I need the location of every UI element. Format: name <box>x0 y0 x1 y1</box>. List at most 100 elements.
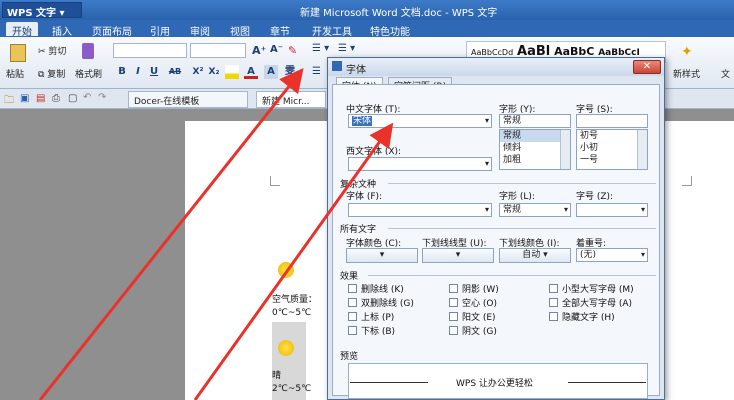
tab-home[interactable]: 开始 <box>6 22 38 38</box>
underline-style-select[interactable]: ▾ <box>422 248 494 263</box>
preview-baseline-left <box>350 382 428 383</box>
font-style-input[interactable]: 常规 <box>499 114 571 128</box>
chevron-down-icon: ▾ <box>484 159 489 168</box>
redo-icon[interactable]: ↷ <box>98 92 106 103</box>
format-painter-button[interactable]: 格式刷 <box>75 67 102 80</box>
weather-condition: 晴 <box>272 371 282 381</box>
new-style-icon[interactable]: ✦ <box>681 44 697 60</box>
complex-style-value: 常规 <box>503 205 522 215</box>
emphasis-mark-value: (无) <box>580 250 597 260</box>
numbering-icon[interactable]: ☰ ▾ <box>338 43 355 54</box>
font-color-select[interactable]: ▾ <box>346 248 418 263</box>
tab-view[interactable]: 视图 <box>224 22 256 38</box>
preview-icon[interactable]: ▢ <box>68 93 77 104</box>
font-style-list[interactable]: 常规 倾斜 加粗 <box>499 129 571 170</box>
italic-button[interactable]: I <box>131 65 145 79</box>
undo-icon[interactable]: ↶ <box>83 92 91 103</box>
superscript-checkbox[interactable] <box>348 312 357 321</box>
tab-page-layout[interactable]: 页面布局 <box>86 22 138 38</box>
superscript-button[interactable]: X² <box>190 65 206 79</box>
dialog-title-bar[interactable]: 字体 <box>328 58 664 76</box>
highlight-icon[interactable] <box>225 65 239 79</box>
font-size-input[interactable] <box>190 43 246 58</box>
copy-label: 复制 <box>47 70 66 80</box>
paste-button[interactable]: 粘贴 <box>6 67 24 80</box>
shadow-checkbox[interactable] <box>449 284 458 293</box>
air-quality-label: 空气质量： <box>272 295 318 305</box>
hidden-text-label: 隐藏文字 (H) <box>562 313 615 323</box>
complex-font-select[interactable]: ▾ <box>348 203 492 217</box>
clear-format-icon[interactable]: ✎ <box>288 44 297 57</box>
complex-style-label: 字形 (L): <box>499 192 535 202</box>
subscript-button[interactable]: X₂ <box>206 65 222 79</box>
cut-button[interactable]: ✂ 剪切 <box>38 44 66 57</box>
font-dialog: 字体 ✕ 字体 (N) 字符间距 (R) 中文字体 (T): 宋体 ▾ 字形 (… <box>327 57 665 400</box>
small-caps-label: 小型大写字母 (M) <box>562 285 634 295</box>
cn-font-select[interactable]: 宋体 ▾ <box>348 114 492 128</box>
align-left-icon[interactable]: ☰ <box>312 66 321 77</box>
paste-icon[interactable] <box>10 44 26 62</box>
tab-docer-templates[interactable]: Docer-在线模板 <box>128 91 248 108</box>
outline-checkbox[interactable] <box>449 298 458 307</box>
emboss-checkbox[interactable] <box>449 312 458 321</box>
hidden-text-checkbox[interactable] <box>549 312 558 321</box>
subscript-label: 下标 (B) <box>361 327 396 337</box>
style-sample-1[interactable]: AaBbCcDd <box>471 48 513 57</box>
all-caps-label: 全部大写字母 (A) <box>562 299 633 309</box>
cut-label: 剪切 <box>48 47 67 57</box>
all-text-group-label: 所有文字 <box>340 225 377 235</box>
wps-menu-button[interactable]: WPS 文字 ▾ <box>2 2 82 19</box>
phonetic-guide-button[interactable]: 雯 <box>283 65 297 79</box>
preview-text: WPS 让办公更轻松 <box>456 379 533 389</box>
west-font-select[interactable]: ▾ <box>348 157 492 171</box>
font-size-scrollbar[interactable] <box>637 130 647 169</box>
underline-color-select[interactable]: 自动 ▾ <box>499 248 571 263</box>
strikethrough-button[interactable]: AB <box>166 65 184 79</box>
double-strikethrough-checkbox[interactable] <box>348 298 357 307</box>
all-caps-checkbox[interactable] <box>549 298 558 307</box>
tab-review[interactable]: 审阅 <box>184 22 216 38</box>
font-color-button[interactable]: A <box>244 65 258 79</box>
copy-button[interactable]: ⧉ 复制 <box>38 67 65 80</box>
font-size-list[interactable]: 初号 小初 一号 <box>576 129 648 170</box>
font-style-scrollbar[interactable] <box>560 130 570 169</box>
font-name-input[interactable] <box>113 43 187 58</box>
open-folder-icon[interactable]: 🗀 <box>4 93 14 110</box>
font-size-input[interactable] <box>576 114 648 128</box>
tab-insert[interactable]: 插入 <box>46 22 78 38</box>
small-caps-checkbox[interactable] <box>549 284 558 293</box>
char-shading-button[interactable]: A <box>264 65 278 79</box>
tab-references[interactable]: 引用 <box>144 22 176 38</box>
complex-size-select[interactable]: ▾ <box>576 203 648 217</box>
tab-chapter[interactable]: 章节 <box>264 22 296 38</box>
export-pdf-icon[interactable]: ▤ <box>36 93 45 104</box>
docer-tab-label: Docer-在线模板 <box>134 97 200 107</box>
engrave-label: 阴文 (G) <box>462 327 497 337</box>
title-bar: WPS 文字 ▾ 新建 Microsoft Word 文档.doc - WPS … <box>0 0 734 20</box>
tab-developer[interactable]: 开发工具 <box>306 22 358 38</box>
new-style-button[interactable]: 新样式 <box>673 67 700 80</box>
margin-corner-mark-right <box>682 176 692 186</box>
bold-button[interactable]: B <box>115 65 129 79</box>
engrave-checkbox[interactable] <box>449 326 458 335</box>
print-icon[interactable]: ⎙ <box>52 93 60 104</box>
emboss-label: 阳文 (E) <box>462 313 496 323</box>
wps-app-label: WPS 文字 <box>7 8 57 19</box>
text-tools-button[interactable]: 文 <box>721 67 730 80</box>
effects-group-label: 效果 <box>340 272 359 282</box>
chevron-down-icon: ▾ <box>455 250 461 260</box>
subscript-checkbox[interactable] <box>348 326 357 335</box>
complex-style-select[interactable]: 常规 ▾ <box>499 203 571 217</box>
save-icon[interactable]: ▣ <box>20 93 29 104</box>
format-painter-icon[interactable] <box>82 43 94 59</box>
chevron-down-icon: ▾ <box>543 250 548 260</box>
close-button[interactable]: ✕ <box>633 60 661 74</box>
tab-current-document[interactable]: 新建 Micr... <box>256 91 326 108</box>
grow-font-icon[interactable]: A⁺ <box>252 44 266 57</box>
emphasis-mark-select[interactable]: (无) ▾ <box>576 248 648 262</box>
tab-features[interactable]: 特色功能 <box>364 22 416 38</box>
bullets-icon[interactable]: ☰ ▾ <box>312 43 329 54</box>
strikethrough-checkbox[interactable] <box>348 284 357 293</box>
shrink-font-icon[interactable]: A⁻ <box>270 44 283 55</box>
underline-button[interactable]: U <box>147 65 161 79</box>
